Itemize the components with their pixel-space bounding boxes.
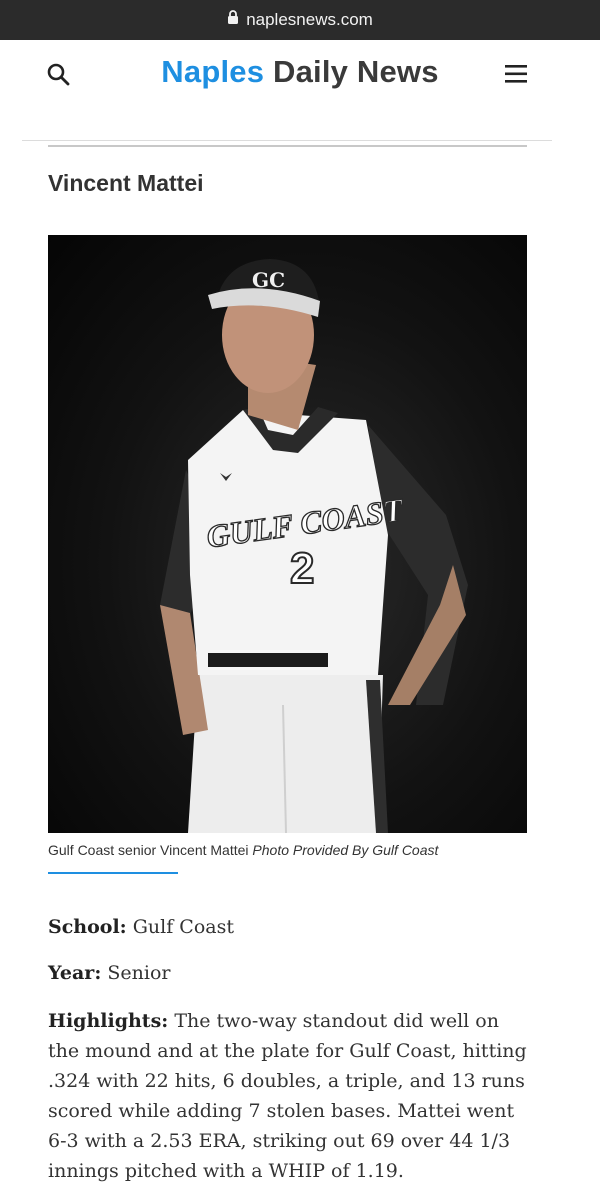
highlights-paragraph: Highlights: The two-way standout did wel… (48, 1006, 528, 1186)
hamburger-menu-icon[interactable] (504, 62, 530, 86)
caption-rule (48, 872, 178, 874)
url-text: naplesnews.com (246, 10, 373, 29)
school-value: Gulf Coast (132, 916, 234, 938)
cap-logo: GC (252, 268, 285, 292)
highlights-label: Highlights: (48, 1010, 169, 1032)
logo-daily-news: Daily News (272, 54, 439, 89)
browser-url-bar[interactable]: naplesnews.com (0, 0, 600, 40)
highlights-text: The two-way standout did well on the mou… (48, 1010, 527, 1182)
photo-caption: Gulf Coast senior Vincent Mattei Photo P… (48, 842, 438, 858)
caption-credit: Photo Provided By Gulf Coast (252, 842, 439, 858)
header-divider (22, 140, 552, 141)
school-row: School: Gulf Coast (48, 912, 528, 942)
article-divider (48, 145, 527, 147)
caption-text: Gulf Coast senior Vincent Mattei (48, 842, 249, 858)
site-header: Naples Daily News (0, 40, 600, 110)
year-row: Year: Senior (48, 958, 528, 988)
lock-icon (227, 10, 239, 30)
logo-naples: Naples (161, 54, 265, 89)
school-label: School: (48, 916, 127, 938)
year-value: Senior (107, 962, 171, 984)
player-photo[interactable]: GC GULF COAST 2 (48, 235, 527, 833)
article-title: Vincent Mattei (48, 170, 204, 196)
jersey-number: 2 (290, 544, 314, 593)
year-label: Year: (48, 962, 102, 984)
